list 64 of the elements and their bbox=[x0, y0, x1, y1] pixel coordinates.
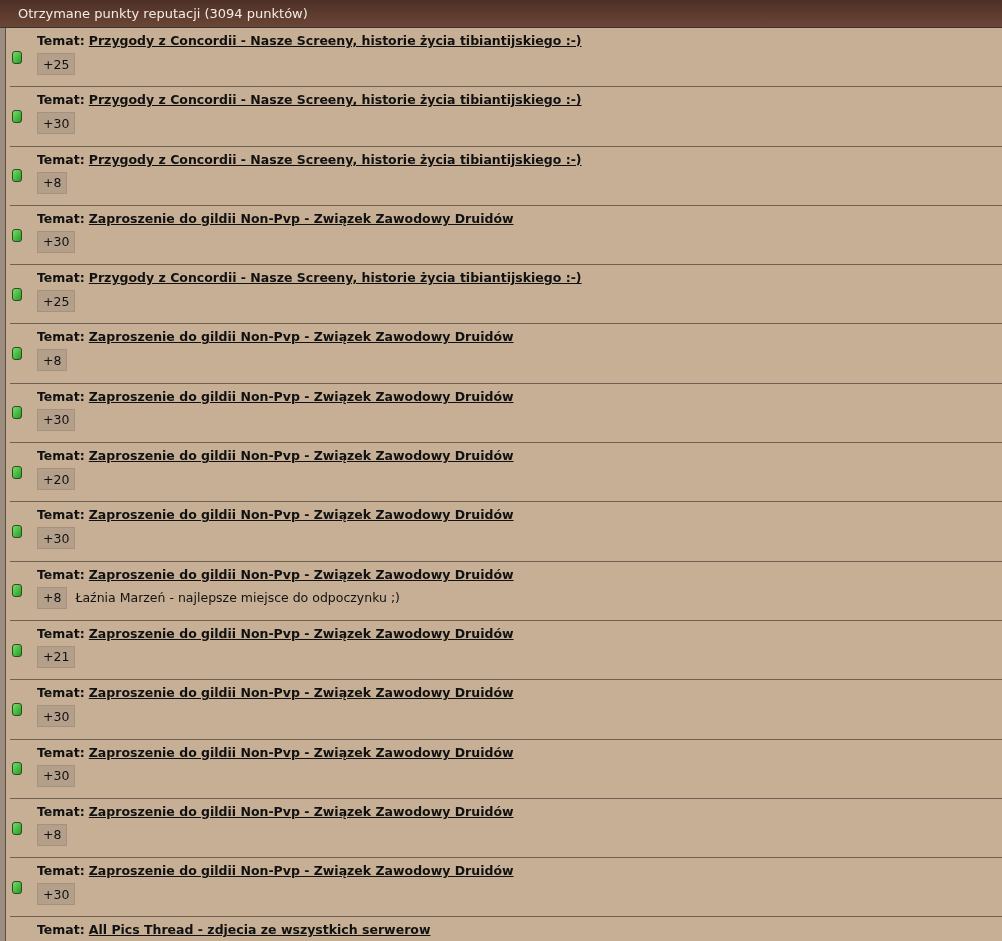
status-light-icon bbox=[12, 702, 22, 716]
topic-link[interactable]: Przygody z Concordii - Nasze Screeny, historie życia tibiantijskiego :-) bbox=[88, 33, 582, 49]
status-light-icon bbox=[12, 287, 22, 301]
points-badge: +30 bbox=[37, 527, 76, 550]
status-light-icon bbox=[12, 50, 22, 64]
status-light-icon bbox=[12, 347, 22, 361]
points-badge: +30 bbox=[37, 705, 76, 728]
topic-label: Temat: bbox=[37, 507, 85, 524]
points-badge: +25 bbox=[37, 53, 76, 75]
topic-link[interactable]: Zaproszenie do gildii Non-Pvp - Związek Zawodowy Druidów bbox=[88, 448, 514, 465]
points-badge: +30 bbox=[37, 883, 76, 906]
status-light-icon bbox=[12, 880, 22, 894]
topic-label: Temat: bbox=[37, 803, 85, 820]
topic-label: Temat: bbox=[37, 922, 85, 939]
status-light-icon bbox=[12, 643, 22, 657]
points-badge: +25 bbox=[37, 290, 76, 313]
topic-link[interactable]: Przygody z Concordii - Nasze Screeny, historie życia tibiantijskiego :-) bbox=[88, 92, 582, 109]
topic-link[interactable]: Zaproszenie do gildii Non-Pvp - Związek Zawodowy Druidów bbox=[88, 685, 514, 702]
topic-link[interactable]: Przygody z Concordii - Nasze Screeny, historie życia tibiantijskiego :-) bbox=[88, 270, 582, 287]
points-badge: +8 bbox=[37, 823, 68, 846]
comment-text: Łaźnia Marzeń - najlepsze miejsce do odpoczynku ;) bbox=[75, 590, 400, 606]
status-light-icon bbox=[12, 169, 22, 183]
panel-title: Otrzymane punkty reputacji (3094 punktów) bbox=[18, 6, 308, 21]
status-light-icon bbox=[12, 821, 22, 835]
topic-label: Temat: bbox=[37, 744, 85, 761]
topic-label: Temat: bbox=[37, 566, 85, 583]
points-badge: +30 bbox=[37, 230, 76, 253]
topic-link[interactable]: Zaproszenie do gildii Non-Pvp - Związek Zawodowy Druidów bbox=[88, 329, 514, 346]
topic-link[interactable]: All Pics Thread - zdjecia ze wszystkich serwerow bbox=[88, 922, 431, 939]
topic-label: Temat: bbox=[37, 270, 85, 287]
topic-label: Temat: bbox=[37, 685, 85, 702]
status-light-icon bbox=[12, 406, 22, 420]
topic-label: Temat: bbox=[37, 151, 85, 168]
topic-link[interactable]: Zaproszenie do gildii Non-Pvp - Związek Zawodowy Druidów bbox=[88, 507, 514, 524]
topic-label: Temat: bbox=[37, 329, 85, 346]
topic-link[interactable]: Zaproszenie do gildii Non-Pvp - Związek Zawodowy Druidów bbox=[88, 803, 514, 820]
points-badge: +30 bbox=[37, 408, 76, 431]
topic-label: Temat: bbox=[37, 863, 85, 880]
topic-label: Temat: bbox=[37, 625, 85, 642]
topic-label: Temat: bbox=[37, 92, 85, 109]
topic-link[interactable]: Zaproszenie do gildii Non-Pvp - Związek Zawodowy Druidów bbox=[88, 863, 514, 880]
points-badge: +30 bbox=[37, 112, 76, 135]
status-light-icon bbox=[12, 584, 22, 598]
topic-link[interactable]: Zaproszenie do gildii Non-Pvp - Związek Zawodowy Druidów bbox=[88, 744, 514, 761]
topic-link[interactable]: Zaproszenie do gildii Non-Pvp - Związek Zawodowy Druidów bbox=[88, 388, 514, 405]
topic-label: Temat: bbox=[37, 388, 85, 405]
topic-link[interactable]: Zaproszenie do gildii Non-Pvp - Związek Zawodowy Druidów bbox=[88, 566, 514, 583]
status-light-icon bbox=[12, 109, 22, 123]
points-badge: +21 bbox=[37, 645, 76, 668]
points-badge: +8 bbox=[37, 349, 68, 372]
topic-label: Temat: bbox=[37, 33, 85, 49]
points-badge: +8 bbox=[37, 171, 68, 194]
topic-link[interactable]: Zaproszenie do gildii Non-Pvp - Związek Zawodowy Druidów bbox=[88, 210, 514, 227]
status-light-icon bbox=[12, 228, 22, 242]
status-light-icon bbox=[12, 762, 22, 776]
topic-link[interactable]: Zaproszenie do gildii Non-Pvp - Związek Zawodowy Druidów bbox=[88, 625, 514, 642]
status-light-icon bbox=[12, 465, 22, 479]
topic-link[interactable]: Przygody z Concordii - Nasze Screeny, historie życia tibiantijskiego :-) bbox=[88, 151, 582, 168]
points-badge: +30 bbox=[37, 764, 76, 787]
topic-label: Temat: bbox=[37, 210, 85, 227]
status-light-icon bbox=[12, 525, 22, 538]
points-badge: +8 bbox=[37, 586, 68, 609]
points-badge: +20 bbox=[37, 468, 76, 491]
topic-label: Temat: bbox=[37, 448, 85, 465]
